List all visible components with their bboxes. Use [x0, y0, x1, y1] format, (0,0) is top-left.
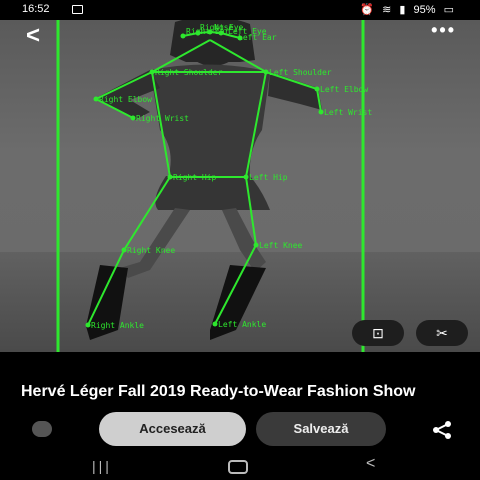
label-left-elbow: Left Elbow — [320, 85, 368, 94]
share-icon[interactable] — [430, 420, 454, 440]
system-back-button[interactable]: < — [366, 455, 375, 473]
visual-search-icon: ⊡ — [372, 325, 384, 341]
label-right-ankle: Right Ankle — [91, 321, 144, 330]
pin-image[interactable]: Right Ear Right Eye Nose Left Eye Left E… — [0, 20, 480, 352]
signal-icon: ▮ — [399, 4, 406, 16]
label-right-hip: Right Hip — [173, 173, 217, 182]
system-nav-bar: ||| < — [0, 452, 480, 480]
recents-button[interactable]: ||| — [92, 458, 112, 474]
label-right-elbow: Right Elbow — [99, 95, 152, 104]
label-right-knee: Right Knee — [127, 246, 175, 255]
label-left-knee: Left Knee — [259, 241, 303, 250]
pose-overlay: Right Ear Right Eye Nose Left Eye Left E… — [56, 20, 372, 352]
visual-search-button[interactable]: ⊡ — [352, 320, 404, 346]
image-icon — [72, 5, 83, 14]
pin-title: Hervé Léger Fall 2019 Ready-to-Wear Fash… — [21, 383, 416, 400]
save-button[interactable]: Salvează — [256, 412, 386, 446]
more-horizontal-icon: ••• — [431, 20, 456, 40]
label-left-ear: Left Ear — [238, 33, 277, 42]
more-options-button[interactable]: ••• — [431, 20, 456, 41]
status-time: 16:52 — [22, 3, 50, 15]
label-left-ankle: Left Ankle — [218, 320, 266, 329]
label-right-shoulder: Right Shoulder — [155, 68, 223, 77]
scissors-icon: ✂ — [436, 325, 448, 341]
crop-button[interactable]: ✂ — [416, 320, 468, 346]
status-icons: ⏰ ≋ ▮ 95% ▭ — [355, 3, 454, 16]
label-left-wrist: Left Wrist — [324, 108, 372, 117]
label-right-wrist: Right Wrist — [136, 114, 189, 123]
home-button[interactable] — [228, 460, 248, 474]
comment-icon[interactable] — [32, 421, 52, 437]
status-bar: 16:52 ⏰ ≋ ▮ 95% ▭ — [0, 0, 480, 20]
visit-button[interactable]: Accesează — [99, 412, 246, 446]
battery-percent: 95% — [413, 4, 436, 16]
chevron-left-icon: < — [26, 22, 41, 49]
alarm-icon: ⏰ — [360, 4, 375, 16]
label-left-hip: Left Hip — [249, 173, 288, 182]
battery-icon: ▭ — [443, 4, 454, 16]
back-button[interactable]: < — [26, 22, 40, 50]
wifi-icon: ≋ — [382, 4, 392, 16]
label-left-shoulder: Left Shoulder — [269, 68, 332, 77]
